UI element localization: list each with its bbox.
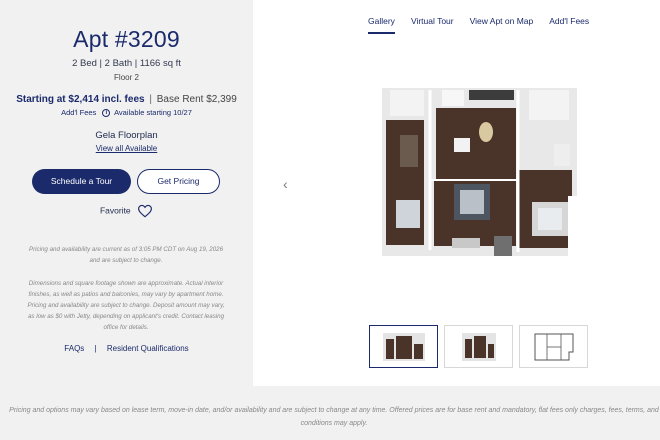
- listing-details-panel: Apt #3209 2 Bed | 2 Bath | 1166 sq ft Fl…: [0, 0, 253, 386]
- apartment-title: Apt #3209: [73, 26, 180, 52]
- gallery-tabs: Gallery Virtual Tour View Apt on Map Add…: [368, 14, 605, 36]
- heart-icon[interactable]: [137, 204, 153, 218]
- tab-gallery[interactable]: Gallery: [368, 14, 395, 34]
- price-line: Starting at $2,414 incl. fees | Base Ren…: [0, 94, 253, 105]
- thumbnail-2-image: [461, 332, 496, 361]
- price-separator: |: [149, 94, 152, 105]
- pricing-disclaimer: Pricing and availability are current as …: [28, 246, 224, 264]
- thumbnail-strip: [369, 325, 594, 368]
- base-rent: Base Rent $2,399: [156, 94, 237, 105]
- tab-virtual-tour[interactable]: Virtual Tour: [411, 14, 454, 34]
- info-icon[interactable]: i: [102, 109, 111, 118]
- tab-view-apt-on-map[interactable]: View Apt on Map: [470, 14, 534, 34]
- previous-image-chevron-left-icon[interactable]: ‹: [283, 176, 288, 192]
- resident-qualifications-link[interactable]: Resident Qualifications: [107, 344, 189, 353]
- page-footer: Pricing and options may vary based on le…: [0, 386, 660, 440]
- starting-price: Starting at $2,414 incl. fees: [16, 94, 145, 105]
- links-separator: |: [94, 344, 97, 353]
- gallery-panel: Gallery Virtual Tour View Apt on Map Add…: [253, 0, 660, 386]
- tab-addl-fees[interactable]: Add'l Fees: [549, 14, 589, 34]
- availability-text: Available starting 10/27: [114, 108, 192, 117]
- thumbnail-1-image: [382, 332, 425, 361]
- thumbnail-3[interactable]: [519, 325, 588, 368]
- view-all-available-link[interactable]: View all Available: [0, 144, 253, 153]
- dimensions-disclaimer: Dimensions and square footage shown are …: [27, 280, 225, 331]
- thumbnail-2[interactable]: [444, 325, 513, 368]
- floorplan-image: [374, 80, 589, 270]
- favorite-label: Favorite: [99, 205, 131, 216]
- favorite-button[interactable]: Favorite: [0, 204, 253, 218]
- schedule-tour-button[interactable]: Schedule a Tour: [32, 169, 131, 194]
- thumbnail-1[interactable]: [369, 325, 438, 368]
- thumbnail-3-image: [534, 333, 573, 360]
- faqs-link[interactable]: FAQs: [64, 344, 84, 353]
- addl-fees-link[interactable]: Add'l Fees: [61, 108, 96, 117]
- apartment-floor: Floor 2: [114, 73, 139, 82]
- get-pricing-button[interactable]: Get Pricing: [137, 169, 220, 194]
- floorplan-name: Gela Floorplan: [95, 130, 158, 141]
- fees-availability-line: Add'l Fees i Available starting 10/27: [0, 108, 253, 118]
- footer-disclaimer: Pricing and options may vary based on le…: [9, 407, 659, 427]
- footer-links: FAQs | Resident Qualifications: [0, 344, 253, 353]
- apartment-specs: 2 Bed | 2 Bath | 1166 sq ft: [72, 58, 181, 69]
